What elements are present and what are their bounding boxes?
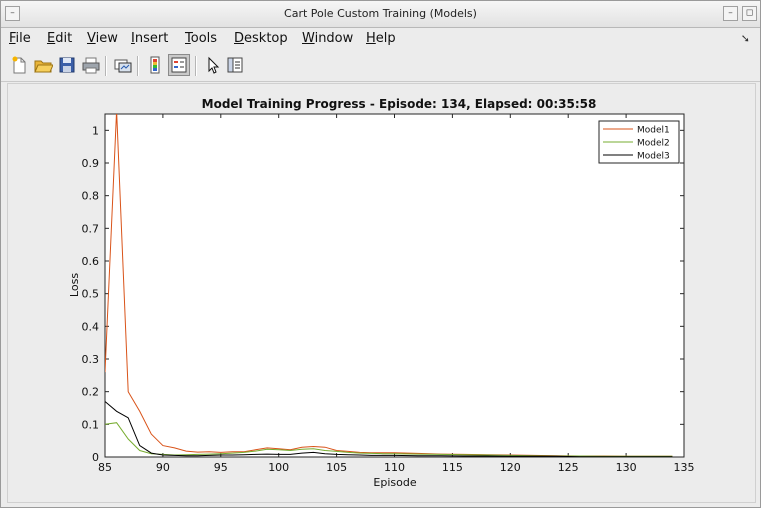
menu-mnemonic: E — [47, 31, 56, 46]
new-figure-icon[interactable] — [9, 55, 29, 75]
figure-window: – Cart Pole Custom Training (Models) – ◻… — [0, 0, 761, 508]
x-tick-label: 110 — [384, 461, 405, 474]
menu-window[interactable]: Window — [302, 31, 353, 46]
menu-mnemonic: H — [366, 31, 376, 46]
x-tick-label: 135 — [674, 461, 695, 474]
y-tick-label: 0.2 — [82, 386, 100, 399]
x-tick-label: 125 — [558, 461, 579, 474]
menu-label-rest: esktop — [244, 31, 288, 46]
x-tick-label: 120 — [500, 461, 521, 474]
menu-label-rest: elp — [375, 31, 396, 46]
maximize-button[interactable]: ◻ — [742, 6, 757, 21]
menu-mnemonic: V — [87, 31, 96, 46]
y-tick-label: 0.9 — [82, 157, 100, 170]
y-tick-label: 1 — [92, 124, 99, 137]
figure-canvas: Model Training Progress - Episode: 134, … — [7, 83, 756, 503]
y-tick-label: 0.8 — [82, 190, 100, 203]
menu-label-rest: nsert — [134, 31, 169, 46]
minimize-button[interactable]: – — [723, 6, 738, 21]
y-axis-label: Loss — [68, 273, 81, 297]
y-tick-label: 0.6 — [82, 255, 100, 268]
legend[interactable]: Model1 Model2 Model3 — [598, 120, 680, 164]
y-tick-label: 0 — [92, 451, 99, 464]
menu-label-rest: indow — [314, 31, 354, 46]
menu-tools[interactable]: Tools — [185, 31, 217, 46]
toolbar-separator — [137, 56, 139, 76]
toolbar — [1, 51, 760, 82]
menu-file[interactable]: File — [9, 31, 31, 46]
x-axis-label: Episode — [373, 476, 416, 489]
legend-icon[interactable] — [168, 54, 190, 76]
menu-mnemonic: D — [234, 31, 245, 46]
legend-label: Model3 — [637, 152, 670, 162]
y-tick-label: 0.7 — [82, 222, 100, 235]
x-tick-label: 100 — [268, 461, 289, 474]
menu-label-rest: dit — [55, 31, 73, 46]
menu-label-rest: ile — [15, 31, 31, 46]
x-tick-label: 130 — [616, 461, 637, 474]
y-tick-label: 0.1 — [82, 418, 100, 431]
menu-view[interactable]: View — [87, 31, 118, 46]
pointer-icon[interactable] — [203, 55, 223, 75]
menu-edit[interactable]: Edit — [47, 31, 72, 46]
menu-mnemonic: W — [302, 31, 315, 46]
plot-area — [104, 113, 685, 458]
window-title: Cart Pole Custom Training (Models) — [284, 7, 477, 20]
y-tick-label: 0.5 — [82, 288, 100, 301]
toolbar-separator — [105, 56, 107, 76]
menu-label-rest: ools — [190, 31, 218, 46]
open-file-icon[interactable] — [33, 55, 54, 75]
y-tick-label: 0.4 — [82, 320, 100, 333]
menu-bar: ➘ File Edit View Insert Tools Desktop Window He… — [1, 28, 760, 50]
toolbar-separator — [195, 56, 197, 76]
save-icon[interactable] — [57, 55, 77, 75]
property-editor-icon[interactable] — [225, 55, 245, 75]
x-tick-label: 105 — [326, 461, 347, 474]
loss-chart[interactable]: Model Training Progress - Episode: 134, … — [8, 84, 755, 502]
x-tick-label: 95 — [214, 461, 228, 474]
y-tick-label: 0.3 — [82, 353, 100, 366]
menu-help[interactable]: Help — [366, 31, 396, 46]
title-bar[interactable]: – Cart Pole Custom Training (Models) – ◻ — [1, 1, 760, 28]
legend-label: Model1 — [637, 126, 670, 136]
legend-label: Model2 — [637, 139, 670, 149]
link-plot-icon[interactable] — [113, 55, 133, 75]
print-icon[interactable] — [81, 55, 101, 75]
menu-insert[interactable]: Insert — [131, 31, 168, 46]
x-tick-label: 85 — [98, 461, 112, 474]
chart-title: Model Training Progress - Episode: 134, … — [202, 97, 597, 111]
colorbar-icon[interactable] — [145, 55, 165, 75]
menu-desktop[interactable]: Desktop — [234, 31, 288, 46]
x-tick-label: 115 — [442, 461, 463, 474]
toolbar-dock-arrow-icon[interactable]: ➘ — [741, 32, 750, 45]
menu-label-rest: iew — [95, 31, 118, 46]
x-tick-label: 90 — [156, 461, 170, 474]
